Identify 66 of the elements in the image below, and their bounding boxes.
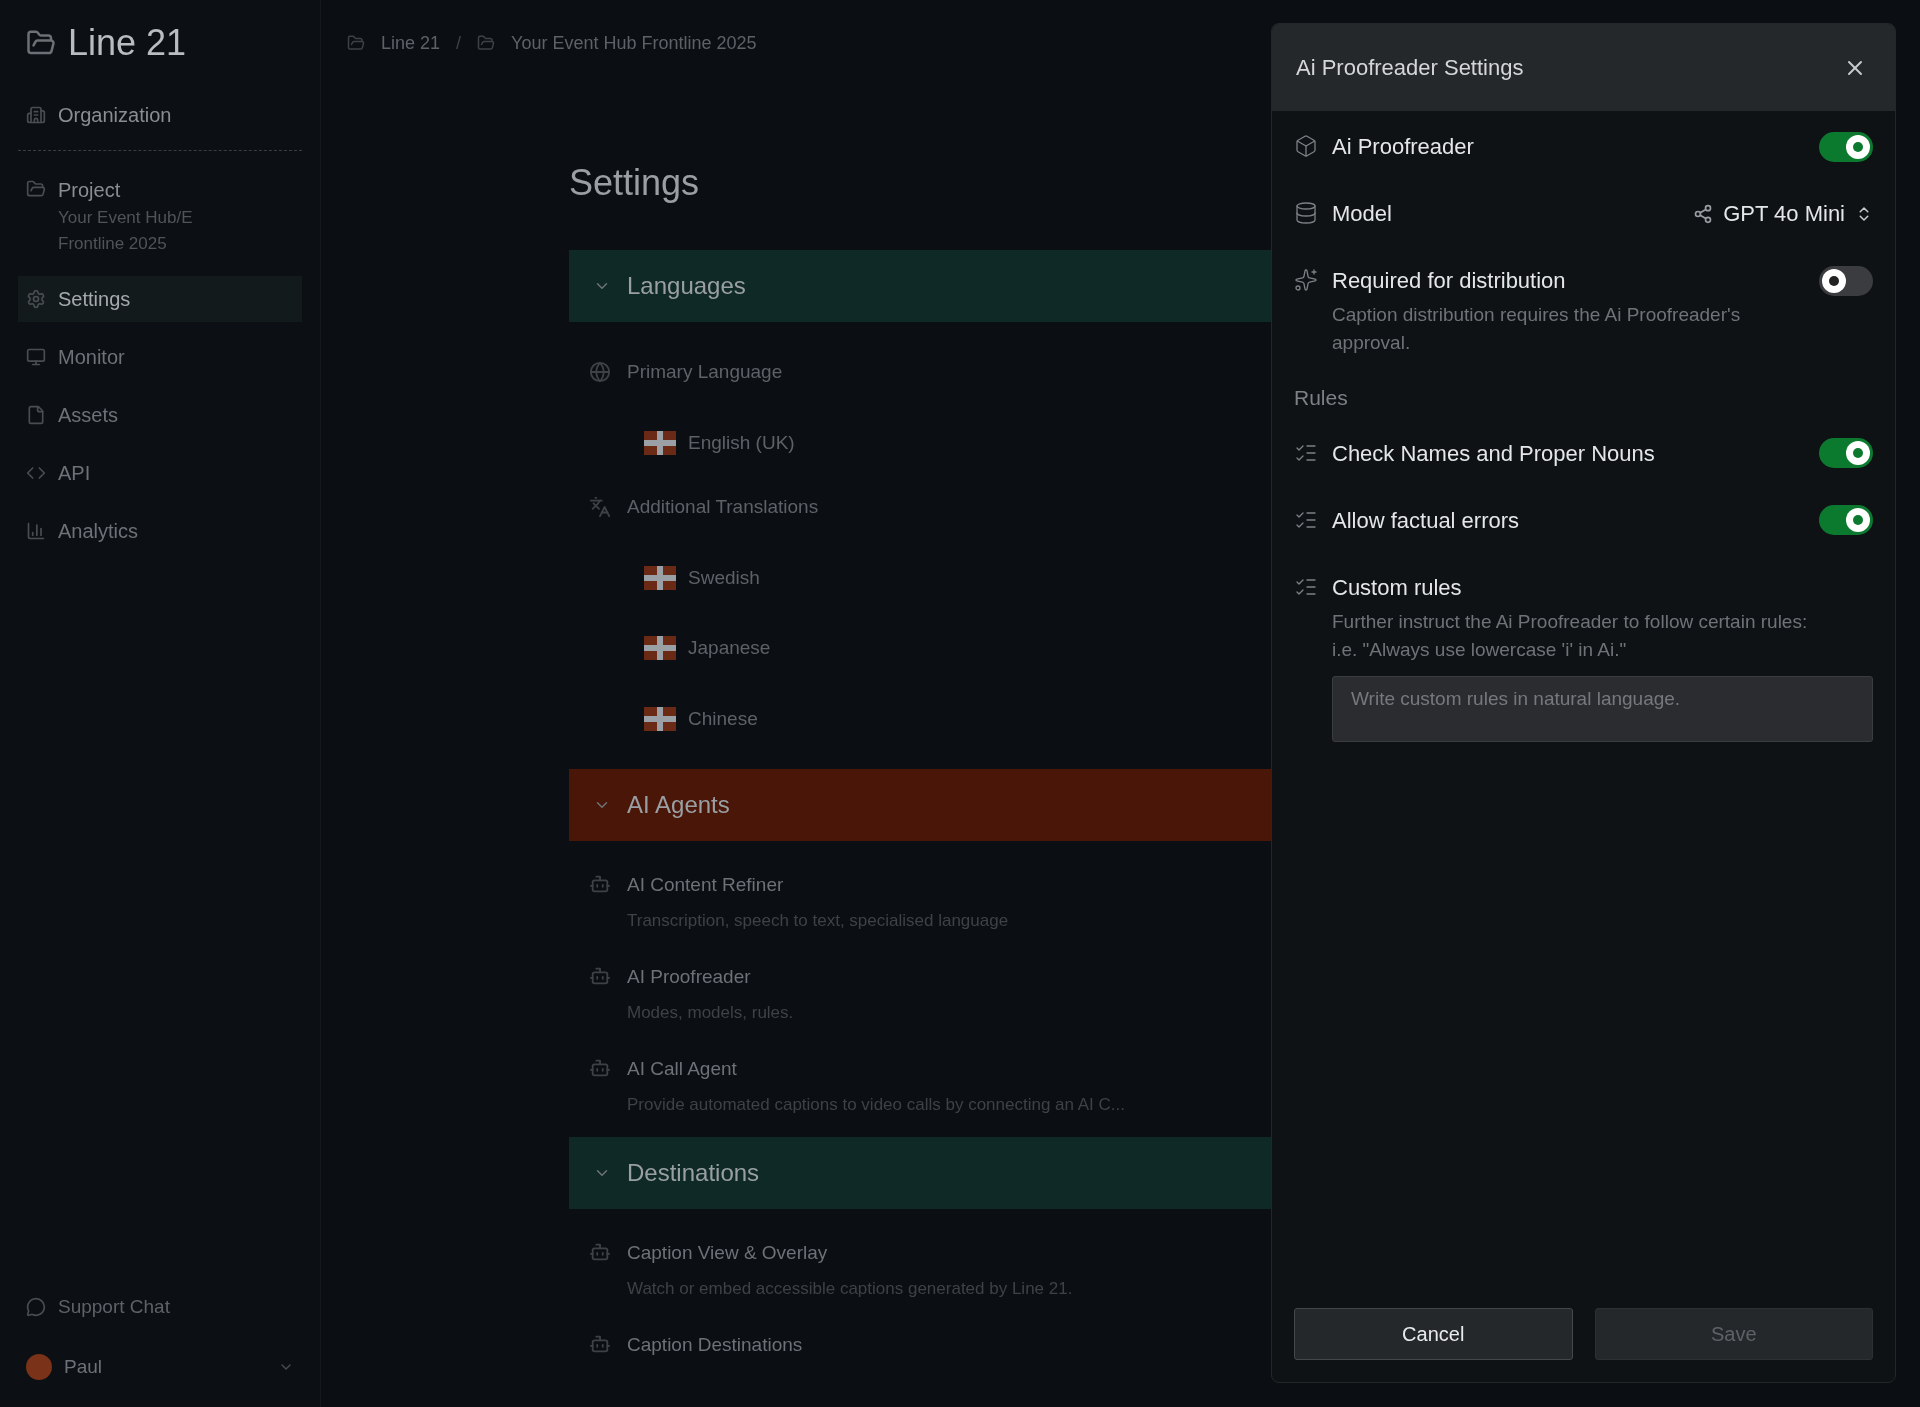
setting-label: Model <box>1332 200 1392 228</box>
group-label: Additional Translations <box>627 495 819 519</box>
rule-label: Custom rules <box>1332 573 1462 602</box>
project-label[interactable]: Project <box>58 175 193 205</box>
cube-icon <box>1294 134 1318 158</box>
translate-icon <box>589 496 611 519</box>
agent-name[interactable]: AI Content Refiner <box>627 871 1009 900</box>
breadcrumb-separator: / <box>456 31 462 55</box>
chat-icon <box>26 1297 46 1317</box>
gear-icon <box>26 289 46 309</box>
folder-icon <box>477 34 496 52</box>
chart-icon <box>26 521 46 541</box>
monitor-icon <box>26 347 46 367</box>
rules-heading: Rules <box>1294 385 1349 411</box>
custom-rules-field[interactable]: Write custom rules in natural language. <box>1332 675 1873 742</box>
group-label: Primary Language <box>627 360 783 384</box>
folder-icon <box>347 34 365 52</box>
toggle-switch[interactable] <box>1819 131 1873 162</box>
database-icon <box>1294 201 1318 225</box>
agent-name[interactable]: AI Call Agent <box>627 1055 1125 1084</box>
toggle-switch[interactable] <box>1819 438 1873 468</box>
language-name: Swedish <box>688 565 760 590</box>
user-name[interactable]: Paul <box>64 1352 103 1382</box>
robot-icon <box>589 1333 611 1355</box>
agent-name[interactable]: AI Proofreader <box>627 963 794 992</box>
breadcrumb-link[interactable]: Your Event Hub Frontline 2025 <box>511 29 757 57</box>
app-logo: Line 21 <box>68 21 187 65</box>
sparkle-icon <box>1294 268 1318 292</box>
robot-icon <box>589 1057 611 1079</box>
language-name: Japanese <box>688 636 771 660</box>
dialog-title: Ai Proofreader Settings <box>1296 54 1524 82</box>
flag-icon <box>644 430 676 455</box>
robot-icon <box>589 965 611 987</box>
avatar-icon <box>26 1354 52 1380</box>
toggle-switch[interactable] <box>1819 265 1873 296</box>
rule-description: Further instruct the Ai Proofreader to follow certain rules: i.e. "Always use lowercase 'i' in Ai." <box>1332 609 1809 662</box>
sidebar-item[interactable]: Assets <box>18 392 302 438</box>
support-chat-link[interactable]: Support Chat <box>58 1292 170 1322</box>
flag-icon <box>644 636 676 661</box>
sidebar-item[interactable]: Analytics <box>18 508 302 554</box>
flag-icon <box>644 565 676 590</box>
sidebar-item[interactable]: Settings <box>18 276 302 322</box>
agent-name[interactable]: Caption Destinations <box>627 1331 803 1360</box>
globe-icon <box>589 361 611 384</box>
sidebar-item[interactable]: Monitor <box>18 334 302 380</box>
robot-icon <box>589 873 611 895</box>
sidebar-item[interactable]: API <box>18 450 302 496</box>
rule-label: Check Names and Proper Nouns <box>1332 439 1655 468</box>
building-icon <box>26 105 46 125</box>
language-name: Chinese <box>688 706 758 731</box>
file-icon <box>26 405 46 425</box>
project-subtitle: Frontline 2025 <box>58 232 168 255</box>
breadcrumb-link[interactable]: Line 21 <box>381 29 441 57</box>
agent-name[interactable]: Caption View & Overlay <box>627 1239 1073 1268</box>
page-title: Settings <box>569 161 700 205</box>
flag-icon <box>644 706 676 731</box>
setting-label: Ai Proofreader <box>1332 133 1474 161</box>
project-name: Your Event Hub/E <box>58 207 193 229</box>
robot-icon <box>589 1241 611 1263</box>
folder-icon <box>26 179 46 199</box>
organization-label[interactable]: Organization <box>58 100 172 130</box>
dialog-button[interactable]: Cancel <box>1294 1308 1573 1360</box>
toggle-switch[interactable] <box>1819 505 1873 535</box>
language-name: English (UK) <box>688 430 795 455</box>
rule-label: Allow factual errors <box>1332 506 1520 535</box>
model-select[interactable]: GPT 4o Mini <box>1693 197 1873 230</box>
